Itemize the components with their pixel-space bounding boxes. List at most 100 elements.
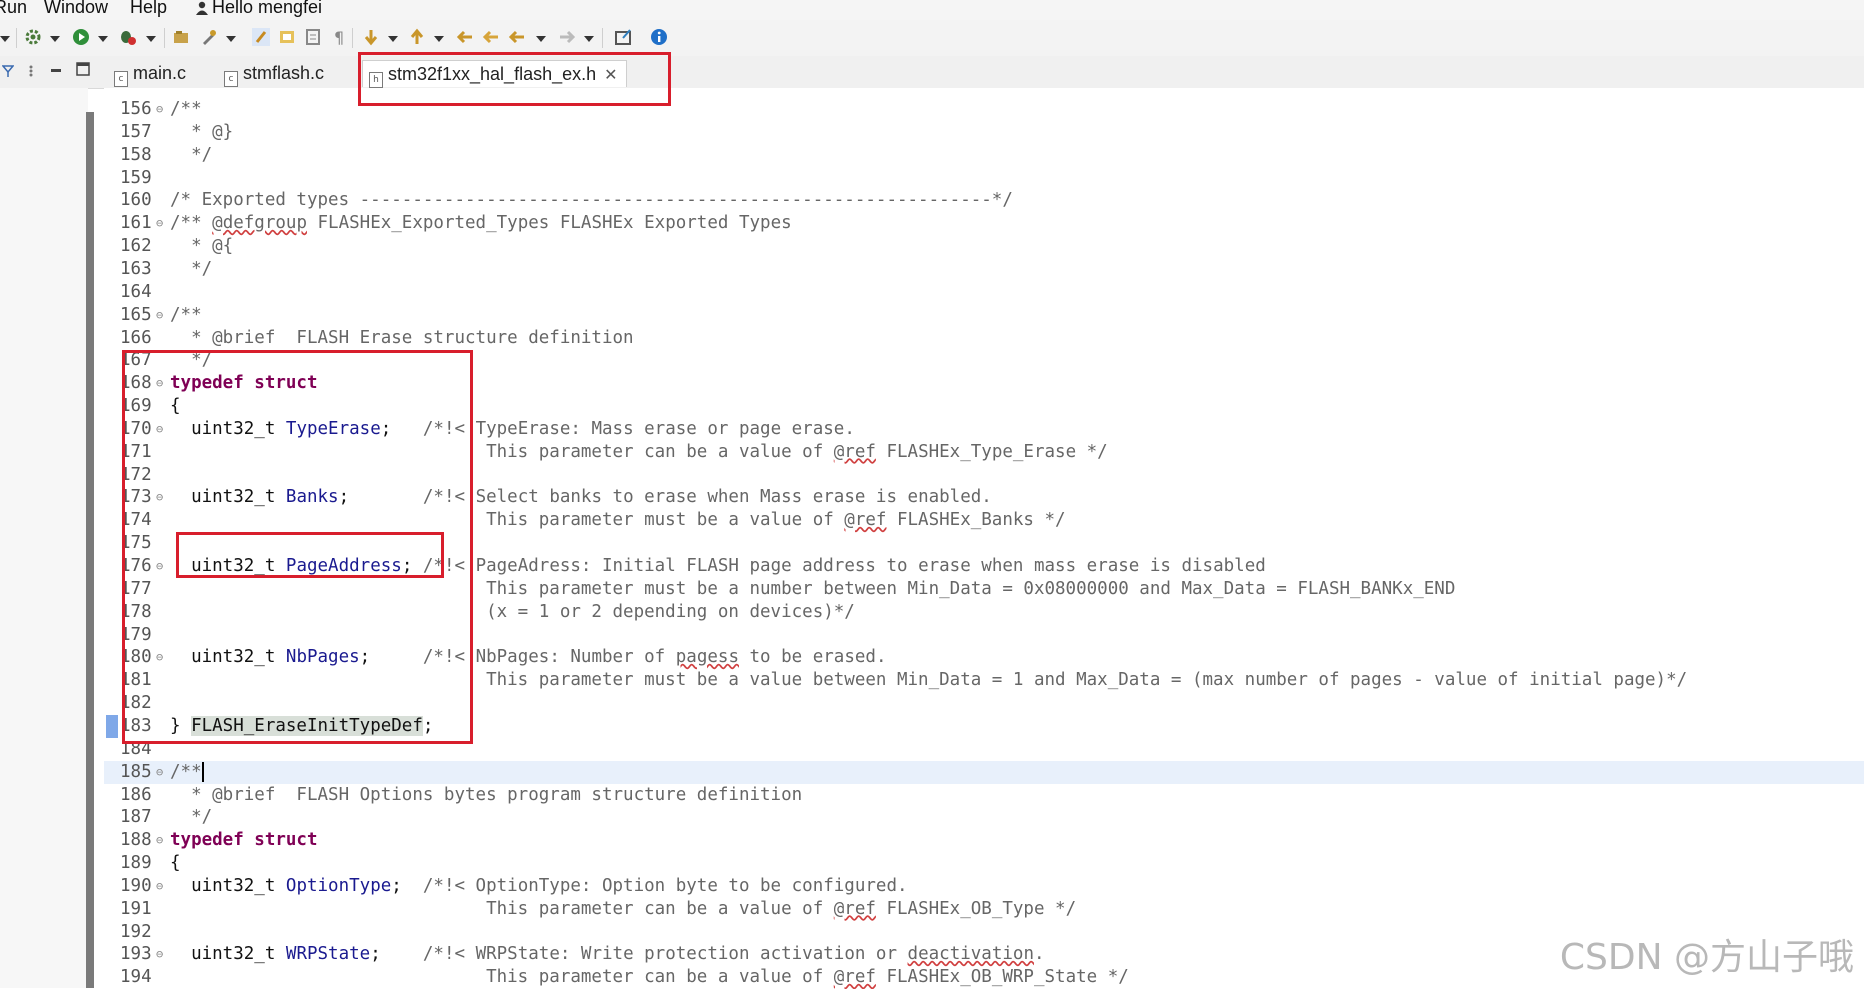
code-text: * @{ bbox=[170, 235, 233, 258]
code-token: * @brief FLASH Options bytes program str… bbox=[170, 784, 803, 805]
last-edit-icon[interactable] bbox=[456, 28, 474, 46]
dropdown-arrow-icon[interactable] bbox=[584, 36, 594, 42]
fold-toggle-icon[interactable]: ⊖ bbox=[156, 875, 163, 898]
dropdown-arrow-icon[interactable] bbox=[98, 36, 108, 42]
user-icon bbox=[196, 0, 208, 15]
code-line[interactable]: 190 ⊖ uint32_t OptionType; /*!< OptionTyp… bbox=[104, 875, 1864, 898]
line-number: 164 bbox=[120, 281, 152, 302]
code-line[interactable]: 165 ⊖/** bbox=[104, 304, 1864, 327]
highlight-icon[interactable] bbox=[278, 28, 296, 46]
run-icon[interactable] bbox=[72, 28, 90, 46]
code-line[interactable]: 163 */ bbox=[104, 258, 1864, 281]
code-text: /** bbox=[170, 98, 202, 121]
code-token: deactivation bbox=[907, 944, 1034, 965]
code-token: uint32_t bbox=[170, 944, 286, 965]
toolbar-separator bbox=[352, 28, 353, 48]
menu-bar: Run Window Help Hello mengfei bbox=[0, 0, 1864, 20]
code-line[interactable]: 185 ⊖/** bbox=[104, 760, 1864, 784]
page-address-highlight-box bbox=[176, 532, 444, 578]
build-gear-icon[interactable] bbox=[24, 28, 42, 46]
fold-toggle-icon[interactable]: ⊖ bbox=[156, 829, 163, 852]
prev-annotation-icon[interactable] bbox=[408, 28, 426, 46]
collapse-icon[interactable] bbox=[26, 64, 36, 83]
code-text: uint32_t OptionType; /*!< OptionType: Op… bbox=[170, 875, 907, 898]
dropdown-arrow-icon[interactable] bbox=[0, 36, 10, 42]
code-token: /* Exported types ----------------------… bbox=[170, 190, 1013, 211]
code-token: * @} bbox=[170, 121, 234, 142]
toolbar-separator bbox=[602, 28, 603, 48]
forward-icon[interactable] bbox=[558, 28, 576, 46]
line-number: 160 bbox=[120, 190, 152, 211]
dropdown-arrow-icon[interactable] bbox=[388, 36, 398, 42]
debug-icon[interactable] bbox=[118, 28, 136, 46]
menu-run[interactable]: Run bbox=[0, 0, 27, 18]
code-text: This parameter can be a value of @ref FL… bbox=[170, 966, 1129, 989]
tab-label: main.c bbox=[133, 63, 187, 83]
code-line[interactable]: 158 */ bbox=[104, 144, 1864, 167]
fold-toggle-icon[interactable]: ⊖ bbox=[156, 943, 163, 966]
dropdown-arrow-icon[interactable] bbox=[536, 36, 546, 42]
tab-stmflash-c[interactable]: c stmflash.c bbox=[224, 60, 324, 87]
info-icon[interactable] bbox=[650, 28, 668, 46]
code-line[interactable]: 159 bbox=[104, 167, 1864, 190]
fold-toggle-icon[interactable]: ⊖ bbox=[156, 212, 163, 235]
fold-toggle-icon[interactable]: ⊖ bbox=[156, 304, 163, 327]
view-menu-icon[interactable] bbox=[1, 64, 15, 83]
maximize-icon[interactable] bbox=[76, 62, 90, 81]
code-token: * @brief FLASH Erase structure definitio… bbox=[170, 327, 634, 348]
open-perspective-icon[interactable] bbox=[172, 28, 190, 46]
dropdown-arrow-icon[interactable] bbox=[226, 36, 236, 42]
fold-toggle-icon[interactable]: ⊖ bbox=[156, 98, 163, 121]
code-token: */ bbox=[170, 144, 213, 165]
line-number: 191 bbox=[120, 898, 152, 919]
code-line[interactable]: 188 ⊖ typedef struct bbox=[104, 829, 1864, 852]
code-line[interactable]: 160 /* Exported types -------------------… bbox=[104, 189, 1864, 212]
code-text: * @brief FLASH Erase structure definitio… bbox=[170, 327, 634, 350]
dropdown-arrow-icon[interactable] bbox=[146, 36, 156, 42]
code-text: typedef struct bbox=[170, 829, 318, 852]
line-number: 192 bbox=[120, 921, 152, 942]
code-token: FLASHEx_OB_WRP_State */ bbox=[875, 967, 1129, 988]
open-console-icon[interactable] bbox=[614, 28, 632, 46]
code-line[interactable]: 161 ⊖/** @defgroup FLASHEx_Exported_Types… bbox=[104, 212, 1864, 235]
code-line[interactable]: 189 { bbox=[104, 852, 1864, 875]
code-line[interactable]: 191 This parameter can be a value of @re… bbox=[104, 898, 1864, 921]
code-line[interactable]: 186 * @brief FLASH Options bytes program… bbox=[104, 784, 1864, 807]
back-icon-alt[interactable] bbox=[482, 28, 500, 46]
tab-main-c[interactable]: c main.c bbox=[114, 60, 187, 87]
back-icon[interactable] bbox=[508, 28, 526, 46]
show-whitespace-icon[interactable]: ¶ bbox=[330, 28, 348, 47]
code-line[interactable]: 157 * @} bbox=[104, 121, 1864, 144]
code-token: @ref bbox=[833, 441, 876, 462]
code-text: */ bbox=[170, 806, 212, 829]
user-greeting[interactable]: Hello mengfei bbox=[196, 0, 322, 18]
code-token: /*!< Select banks to erase when Mass era… bbox=[422, 487, 992, 508]
line-number: 159 bbox=[120, 167, 152, 188]
next-annotation-icon[interactable] bbox=[362, 28, 380, 46]
line-number: 158 bbox=[120, 144, 152, 165]
code-line[interactable]: 162 * @{ bbox=[104, 235, 1864, 258]
menu-help[interactable]: Help bbox=[130, 0, 167, 18]
menu-window[interactable]: Window bbox=[44, 0, 108, 18]
code-token: FLASHEx_Type_Erase */ bbox=[875, 441, 1108, 462]
dropdown-arrow-icon[interactable] bbox=[434, 36, 444, 42]
tool-icon[interactable] bbox=[200, 28, 218, 46]
code-text: */ bbox=[170, 144, 212, 167]
dropdown-arrow-icon[interactable] bbox=[50, 36, 60, 42]
code-token: to be erased. bbox=[738, 647, 887, 668]
code-text: This parameter can be a value of @ref FL… bbox=[170, 898, 1076, 921]
code-line[interactable]: 187 */ bbox=[104, 806, 1864, 829]
toolbar: ¶ bbox=[0, 20, 1864, 56]
code-token: /** bbox=[170, 99, 202, 119]
line-number: 166 bbox=[120, 327, 152, 348]
fold-toggle-icon[interactable]: ⊖ bbox=[156, 761, 163, 784]
code-line[interactable]: 166 * @brief FLASH Erase structure defin… bbox=[104, 327, 1864, 350]
c-file-icon: c bbox=[224, 71, 238, 87]
toggle-mark-icon[interactable] bbox=[252, 28, 270, 46]
code-token: */ bbox=[170, 258, 213, 279]
block-select-icon[interactable] bbox=[304, 28, 322, 46]
code-line[interactable]: 164 bbox=[104, 281, 1864, 304]
minimize-icon[interactable] bbox=[50, 64, 62, 82]
left-panel-scrollbar[interactable] bbox=[86, 112, 94, 988]
line-number: 163 bbox=[120, 258, 152, 279]
